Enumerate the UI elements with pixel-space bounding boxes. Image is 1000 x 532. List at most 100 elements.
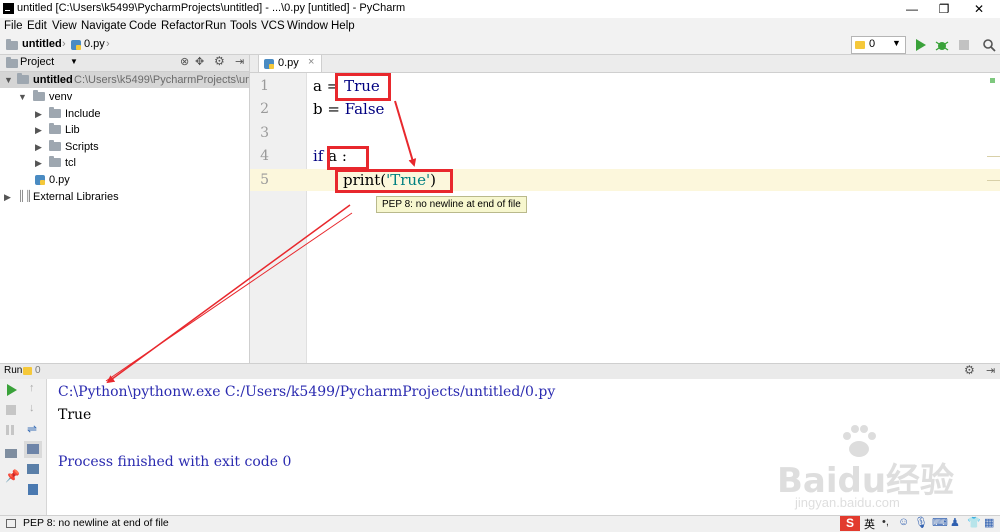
pep8-tooltip: PEP 8: no newline at end of file (376, 196, 527, 213)
chevron-right-icon: ▶ (35, 125, 42, 135)
menu-window[interactable]: Window (287, 20, 328, 32)
tab-0py[interactable]: 0.py × (258, 55, 322, 72)
stop-icon[interactable] (959, 40, 969, 50)
close-tab-icon[interactable]: × (308, 56, 314, 68)
menu-vcs[interactable]: VCS (261, 20, 285, 32)
trash-icon[interactable] (28, 484, 38, 495)
pycharm-logo-icon (3, 3, 14, 14)
run-toolbar: 📌 ↑ ↓ ⇌ (0, 379, 47, 515)
menu-navigate[interactable]: Navigate (81, 20, 126, 32)
tree-root-untitled[interactable]: ▼ untitled C:\Users\k5499\PycharmProject… (0, 72, 275, 88)
run-panel-config[interactable]: 0 (35, 365, 41, 376)
rerun-icon[interactable] (6, 384, 17, 396)
skin-icon[interactable]: 👕 (967, 516, 981, 529)
code-keyword: False (344, 100, 385, 118)
menu-code[interactable]: Code (129, 20, 157, 32)
scroll-from-source-icon[interactable]: ✥ (195, 55, 204, 68)
status-message: PEP 8: no newline at end of file (23, 517, 169, 529)
breadcrumb-separator-icon: › (62, 38, 66, 50)
python-file-icon (35, 175, 45, 185)
folder-icon (49, 123, 61, 134)
minimize-button[interactable]: — (895, 0, 929, 18)
folder-icon (49, 140, 61, 151)
breadcrumb-separator-icon: › (106, 38, 110, 50)
soft-wrap-icon[interactable]: ⇌ (27, 422, 37, 436)
tree-item-label: tcl (65, 157, 76, 169)
ime-logo-icon[interactable]: S (840, 516, 860, 531)
tree-item-label: 0.py (49, 174, 70, 186)
user-icon[interactable]: ♟ (950, 516, 960, 529)
print-icon[interactable] (27, 464, 39, 474)
menu-edit[interactable]: Edit (27, 20, 47, 32)
navigation-bar: untitled › 0.py › 0 ▼ (0, 36, 1000, 55)
menu-file[interactable]: File (4, 20, 23, 32)
hide-panel-icon[interactable]: ⇥ (235, 55, 244, 68)
python-file-icon (71, 40, 81, 50)
breadcrumb-project[interactable]: untitled (22, 38, 62, 50)
scroll-to-end-toggle[interactable] (24, 441, 42, 458)
collapse-all-icon[interactable]: ⊗ (180, 55, 189, 68)
inspection-status-icon[interactable] (990, 78, 995, 83)
layout-icon[interactable] (5, 449, 17, 458)
menu-run[interactable]: Run (205, 20, 226, 32)
annotation-box (335, 169, 453, 193)
tree-item-label: Scripts (65, 141, 99, 153)
project-icon (6, 57, 18, 68)
run-config-select[interactable]: 0 ▼ (851, 36, 906, 54)
ime-mode[interactable]: 英 (864, 516, 875, 532)
folder-icon (17, 73, 29, 84)
title-bar: untitled [C:\Users\k5499\PycharmProjects… (0, 0, 1000, 18)
tree-item-label: External Libraries (33, 191, 119, 203)
emoji-icon[interactable]: ☺ (898, 516, 909, 528)
chevron-down-icon[interactable]: ▼ (70, 57, 78, 66)
folder-icon (49, 107, 61, 118)
code-editor[interactable] (307, 73, 1000, 363)
window-title: untitled [C:\Users\k5499\PycharmProjects… (17, 2, 406, 14)
gear-icon[interactable]: ⚙ (214, 54, 225, 68)
punctuation-icon[interactable]: •, (882, 516, 889, 528)
scroll-marker (987, 180, 1000, 181)
debug-icon[interactable] (935, 38, 949, 52)
arrow-down-icon[interactable]: ↓ (29, 402, 35, 414)
console-finish-message: Process finished with exit code 0 (58, 454, 292, 470)
watermark-url: jingyan.baidu.com (795, 495, 900, 510)
menu-view[interactable]: View (52, 20, 77, 32)
menu-tools[interactable]: Tools (230, 20, 257, 32)
grid-icon[interactable]: ▦ (984, 516, 994, 529)
menu-help[interactable]: Help (331, 20, 355, 32)
console-output[interactable]: C:\Python\pythonw.exe C:/Users/k5499/Pyc… (47, 379, 1000, 515)
restore-button[interactable]: ❐ (927, 0, 961, 18)
breadcrumb-file[interactable]: 0.py (84, 38, 105, 50)
chevron-down-icon: ▼ (4, 75, 13, 85)
run-panel-title[interactable]: Run (4, 365, 22, 376)
baidu-watermark: Baidu经验 jingyan.baidu.com (777, 421, 997, 511)
chevron-right-icon: ▶ (35, 142, 42, 152)
folder-icon (49, 156, 61, 167)
project-panel-title[interactable]: Project (20, 56, 54, 68)
run-panel-header: Run 0 ⚙ ⇥ (0, 363, 1000, 380)
line-number: 4 (260, 148, 269, 164)
gear-icon[interactable]: ⚙ (964, 363, 975, 377)
microphone-icon[interactable]: 🎙 (914, 516, 928, 529)
run-icon[interactable] (915, 39, 926, 51)
arrow-up-icon[interactable]: ↑ (29, 382, 35, 394)
pause-icon[interactable] (6, 425, 9, 435)
scroll-end-icon (27, 444, 39, 454)
close-button[interactable]: ✕ (962, 0, 996, 18)
chevron-right-icon: ▶ (35, 109, 42, 119)
library-icon: ║║ (18, 191, 33, 202)
tree-item-label: venv (49, 91, 73, 103)
pin-icon[interactable]: 📌 (5, 469, 20, 483)
tool-windows-icon[interactable] (6, 519, 16, 528)
search-icon[interactable] (982, 38, 996, 52)
menu-refactor[interactable]: Refactor (161, 20, 204, 32)
stop-icon[interactable] (6, 405, 16, 415)
editor-tab-bar: 0.py × (250, 55, 1000, 73)
python-config-icon (23, 367, 32, 375)
keyboard-icon[interactable]: ⌨ (932, 516, 948, 529)
tab-label: 0.py (278, 57, 299, 69)
code-token: b = (313, 100, 345, 118)
hide-panel-icon[interactable]: ⇥ (986, 364, 995, 377)
annotation-box (335, 73, 391, 101)
line-number: 5 (260, 172, 269, 188)
